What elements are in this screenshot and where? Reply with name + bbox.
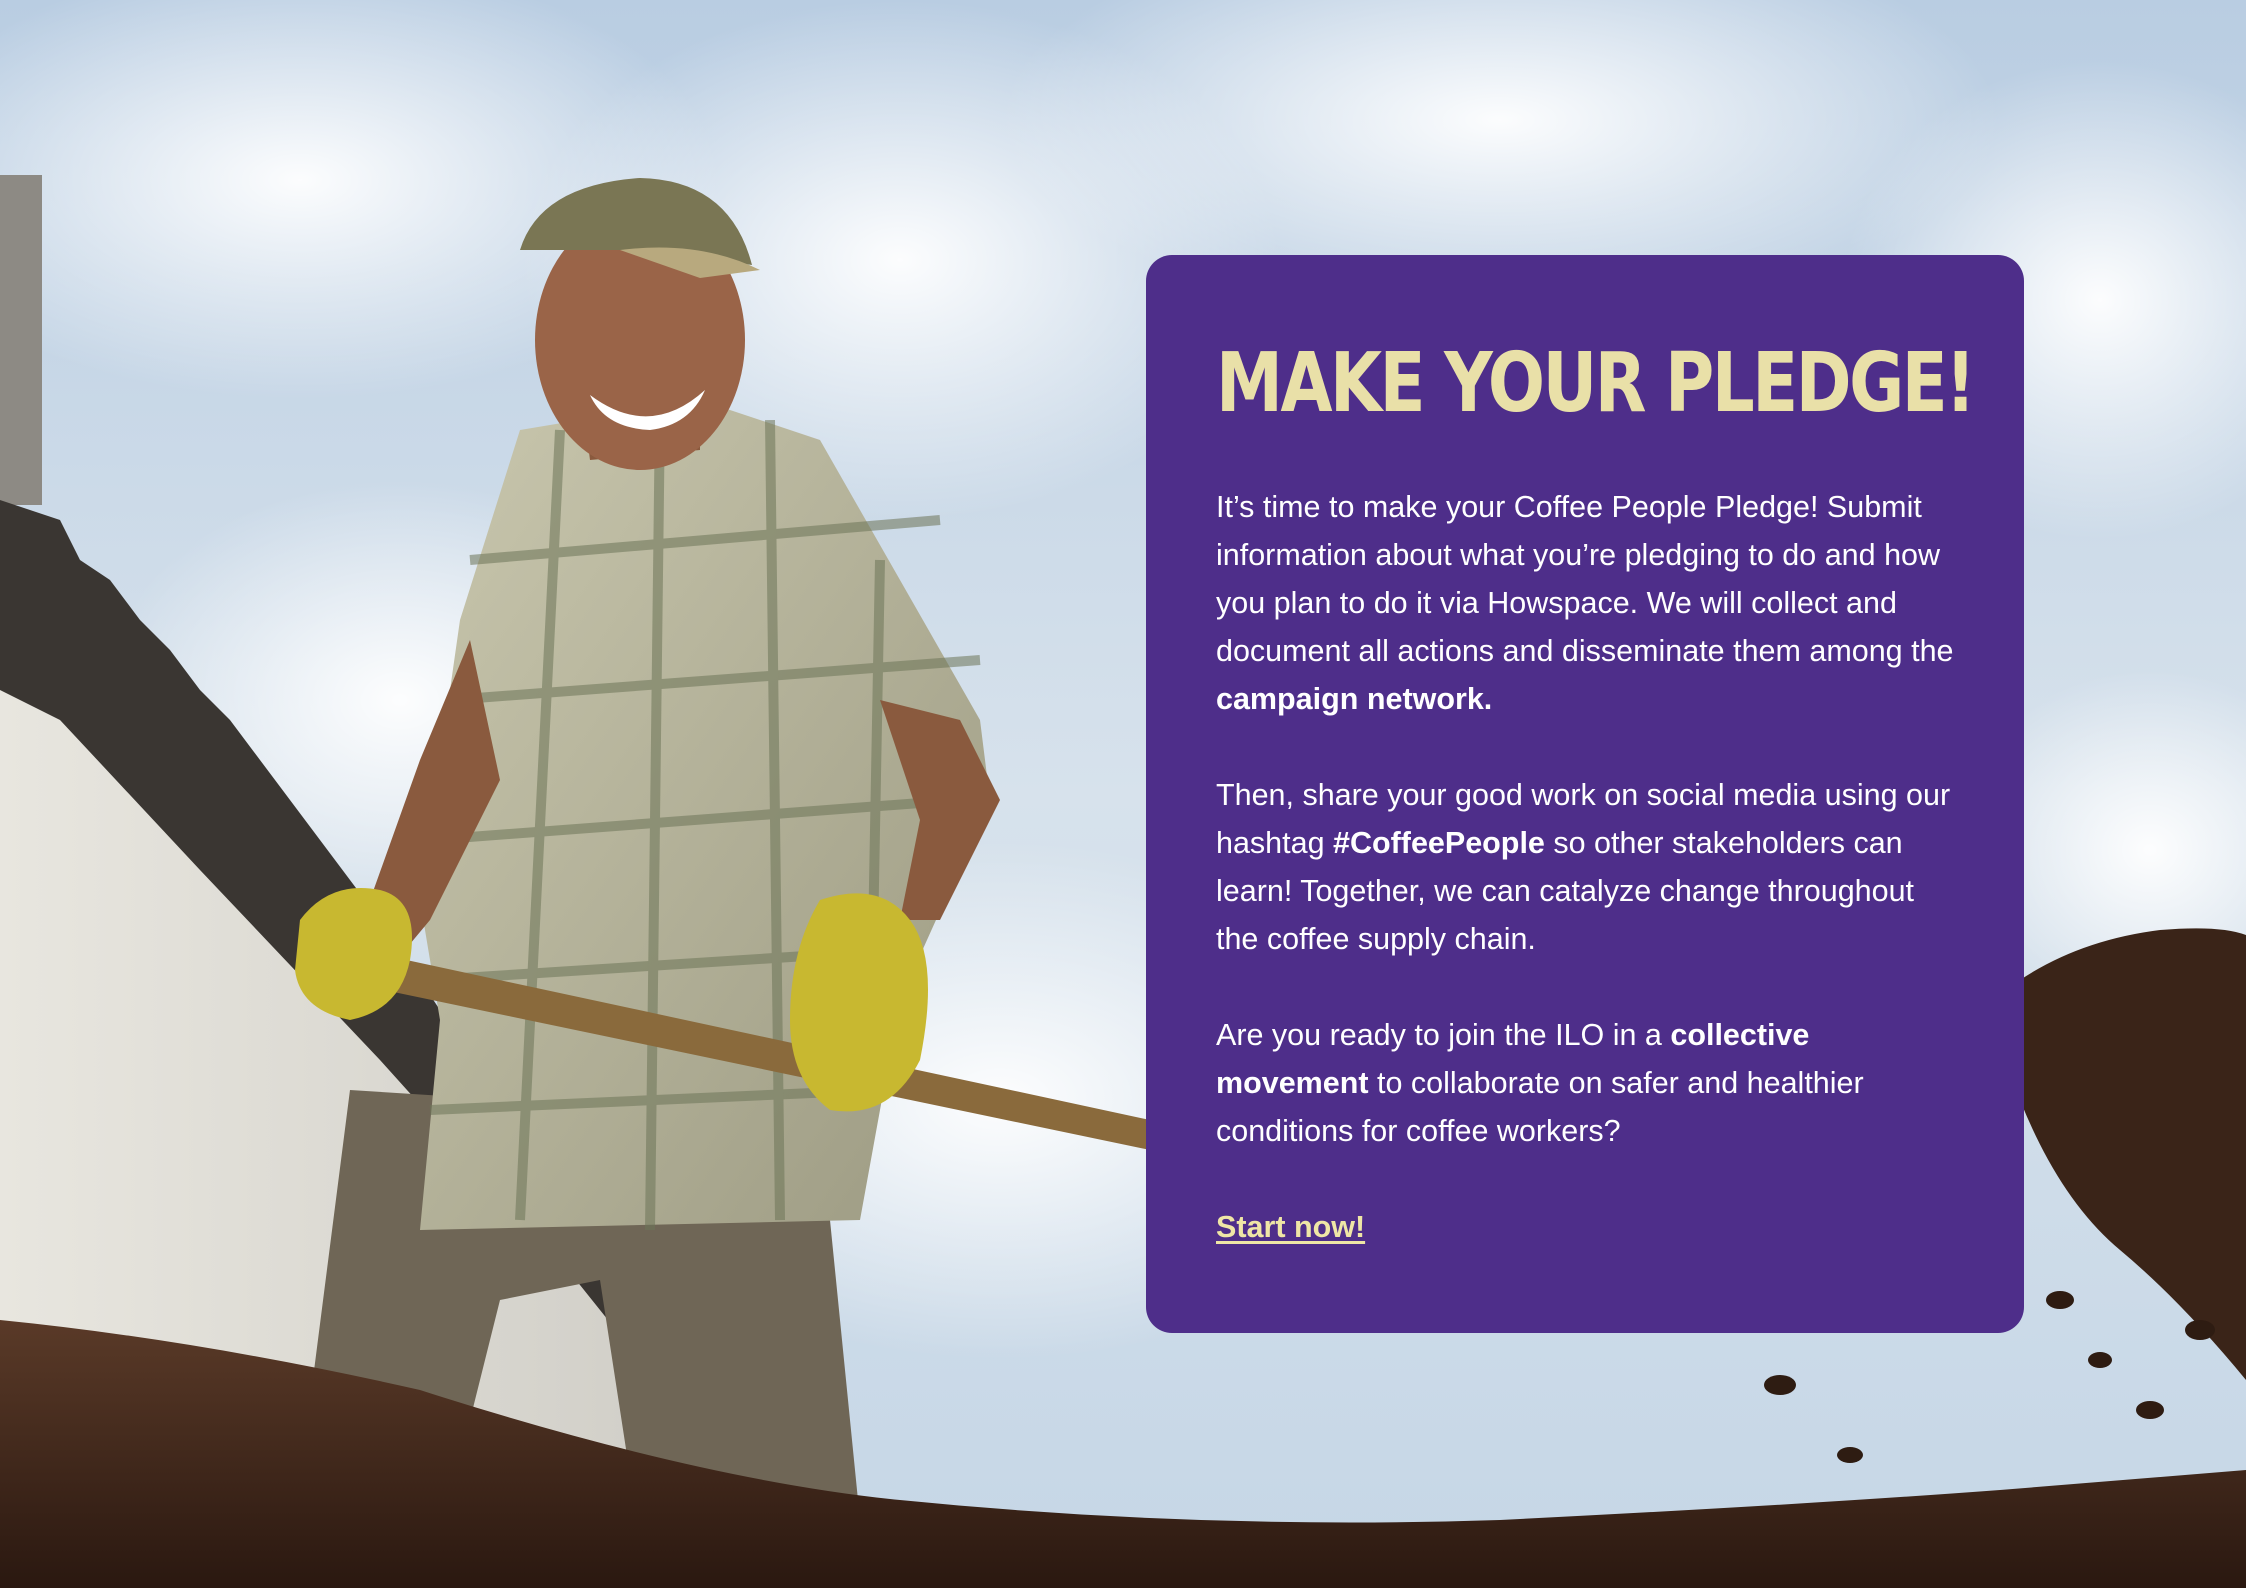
pledge-paragraph-3: Are you ready to join the ILO in a colle… [1216,1011,1954,1155]
pledge-paragraph-2: Then, share your good work on social med… [1216,771,1954,963]
paragraph-3-before: Are you ready to join the ILO in a [1216,1018,1671,1052]
paragraph-1-text: It’s time to make your Coffee People Ple… [1216,490,1954,668]
hashtag-bold: #CoffeePeople [1333,826,1545,860]
pledge-card: MAKE YOUR PLEDGE! It’s time to make your… [1146,255,2024,1333]
campaign-network-bold: campaign network. [1216,682,1493,716]
start-now-link[interactable]: Start now! [1216,1203,1365,1251]
pledge-paragraph-1: It’s time to make your Coffee People Ple… [1216,483,1954,723]
pledge-title: MAKE YOUR PLEDGE! [1216,336,1976,431]
